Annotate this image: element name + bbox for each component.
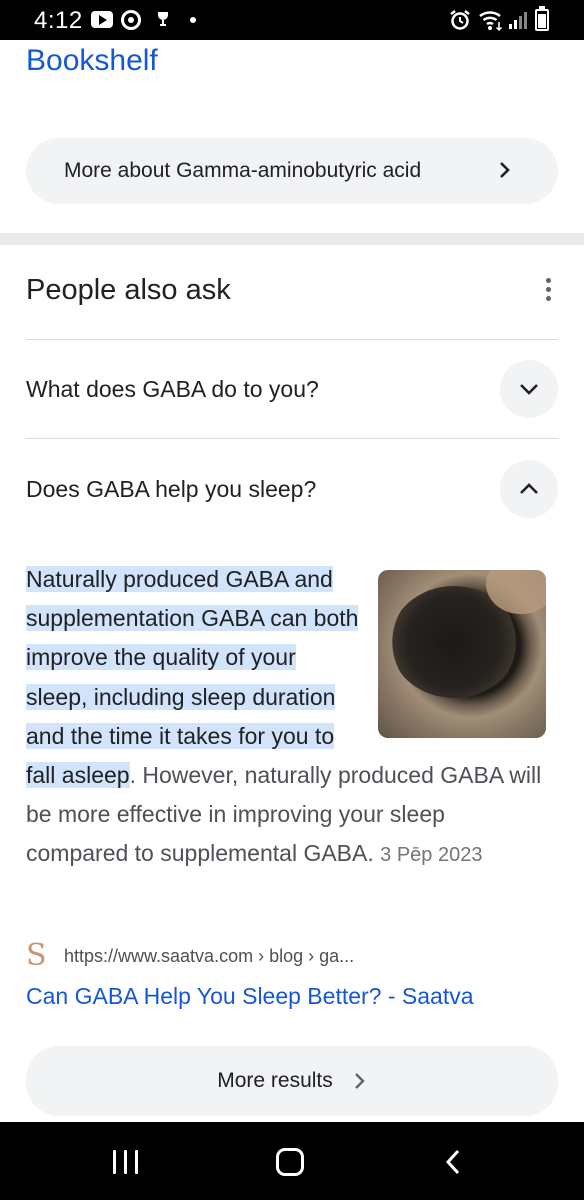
people-also-ask-title: People also ask (26, 274, 231, 306)
answer-snippet: Naturally produced GABA and supplementat… (26, 560, 546, 876)
signal-icon (509, 12, 527, 29)
navigation-bar (0, 1122, 584, 1200)
answer-image[interactable] (378, 570, 546, 738)
question-divider (26, 438, 558, 439)
home-icon[interactable] (276, 1148, 304, 1176)
more-options-icon[interactable] (538, 278, 558, 304)
question-divider (26, 339, 558, 340)
recent-apps-icon[interactable] (113, 1150, 139, 1174)
answer-date: 3 Pēp 2023 (380, 844, 483, 867)
dot-icon (190, 17, 196, 23)
collapse-question-button[interactable] (500, 460, 558, 518)
source-title-link[interactable]: Can GABA Help You Sleep Better? - Saatva (26, 983, 474, 1010)
back-icon[interactable] (442, 1148, 464, 1176)
more-about-button[interactable]: More about Gamma-aminobutyric acid (26, 138, 558, 204)
status-time: 4:12 (34, 7, 83, 34)
source-url: https://www.saatva.com › blog › ga... (64, 945, 355, 966)
more-results-label: More results (217, 1069, 333, 1092)
source-row[interactable]: S https://www.saatva.com › blog › ga... (26, 940, 354, 972)
bookshelf-link[interactable]: Bookshelf (26, 44, 158, 78)
question-does-gaba-help-sleep[interactable]: Does GABA help you sleep? (26, 476, 316, 503)
battery-icon (535, 6, 549, 31)
chevron-right-icon (500, 162, 510, 178)
chevron-up-icon (520, 483, 538, 494)
youtube-icon (91, 11, 113, 28)
trophy-icon (158, 12, 168, 26)
chevron-down-icon (520, 384, 538, 395)
section-divider (0, 233, 584, 245)
wifi-icon (479, 11, 503, 32)
more-about-label: More about Gamma-aminobutyric acid (64, 159, 422, 182)
expand-question-button[interactable] (500, 360, 558, 418)
status-bar: 4:12 (0, 0, 584, 40)
more-results-button[interactable]: More results (26, 1046, 558, 1116)
question-what-does-gaba-do[interactable]: What does GABA do to you? (26, 376, 319, 403)
chrome-icon (121, 10, 141, 30)
answer-highlighted-text: Naturally produced GABA and supplementat… (26, 566, 359, 789)
saatva-favicon: S (26, 938, 47, 973)
chevron-right-icon (354, 1073, 365, 1089)
alarm-icon (450, 10, 470, 30)
